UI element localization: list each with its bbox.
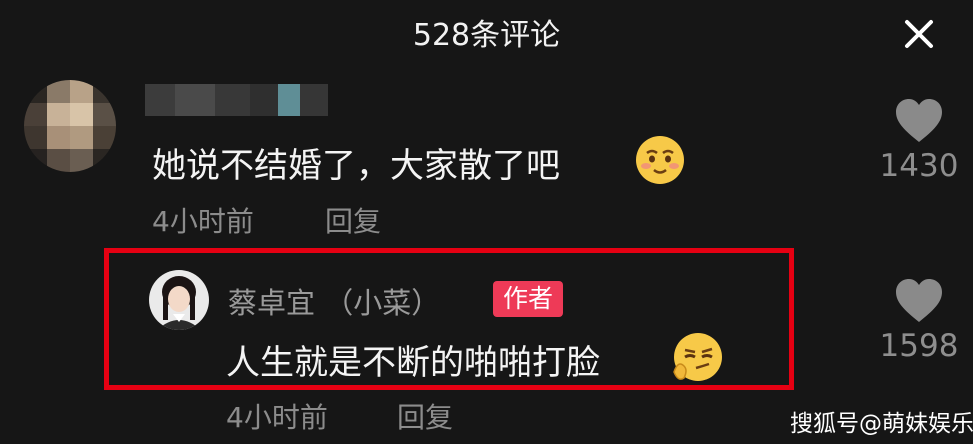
heart-icon: [896, 279, 942, 322]
heart-icon: [896, 99, 942, 142]
author-avatar[interactable]: [149, 270, 209, 330]
reply-button[interactable]: 回复: [325, 200, 381, 240]
header-title: 528条评论: [412, 18, 561, 53]
username-pixelated[interactable]: [145, 84, 328, 116]
close-icon[interactable]: [902, 17, 936, 51]
like-count: 1598: [879, 328, 959, 364]
reply-time: 4小时前: [226, 401, 328, 434]
author-badge: 作者: [493, 281, 564, 317]
watermark: 搜狐号@萌妹娱乐: [790, 411, 973, 437]
comment-time: 4小时前: [152, 205, 254, 238]
like-count: 1430: [879, 148, 959, 184]
like-button[interactable]: 1430: [874, 98, 964, 184]
reply-button[interactable]: 回复: [397, 396, 453, 436]
smirk-thinking-emoji: [673, 333, 722, 381]
avatar-pixelated[interactable]: [24, 80, 116, 172]
comment-text: 她说不结婚了，大家散了吧: [152, 146, 560, 186]
like-button[interactable]: 1598: [874, 278, 964, 364]
shy-smile-emoji: [636, 136, 684, 184]
reply-text: 人生就是不断的啪啪打脸: [226, 343, 600, 383]
author-name[interactable]: 蔡卓宜 （小菜）: [228, 280, 440, 322]
